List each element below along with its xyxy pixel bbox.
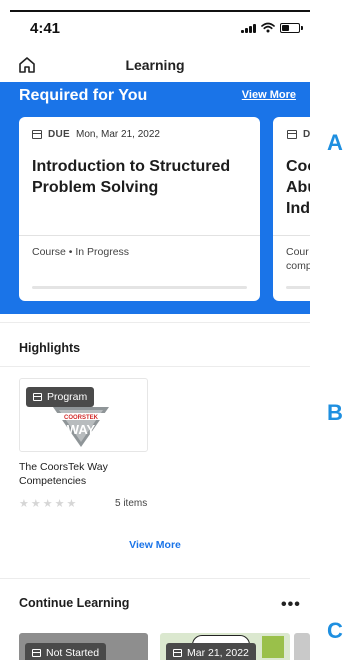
card-divider bbox=[19, 235, 260, 236]
more-icon[interactable]: ••• bbox=[281, 596, 301, 614]
svg-text:WAY: WAY bbox=[67, 422, 96, 437]
due-date: Mon, Mar 21, 2022 bbox=[76, 129, 160, 140]
due-row: DUE Mon, Mar 21, 2022 bbox=[32, 129, 160, 140]
highlights-view-more-button[interactable]: View More bbox=[0, 539, 310, 551]
calendar-icon bbox=[32, 130, 42, 139]
star-icon: ★ bbox=[19, 498, 29, 510]
course-title-partial: Coo Abu Ind bbox=[286, 156, 310, 219]
course-meta: Course • In Progress bbox=[32, 246, 130, 258]
status-bar-edge bbox=[10, 10, 310, 12]
required-view-more-link[interactable]: View More bbox=[242, 89, 296, 101]
badge-label: Mar 21, 2022 bbox=[187, 647, 249, 659]
course-card[interactable]: DUE Mon, Mar 21, 2022 Introduction to St… bbox=[19, 117, 260, 301]
continue-learning-item[interactable]: Not Started bbox=[19, 633, 148, 660]
course-meta-partial: Cour comp bbox=[286, 245, 310, 273]
annotation-letter-a: A bbox=[327, 130, 343, 155]
course-meta-line: Cour bbox=[286, 246, 309, 258]
status-bar: 4:41 bbox=[0, 0, 310, 48]
thumbnail-book bbox=[262, 636, 284, 658]
course-title-line: Coo bbox=[286, 158, 310, 175]
section-title-required: Required for You bbox=[19, 87, 148, 104]
course-card-partial[interactable]: D Coo Abu Ind Cour comp bbox=[273, 117, 310, 301]
page-title: Learning bbox=[125, 57, 185, 73]
required-for-you-section: Required for You View More DUE Mon, Mar … bbox=[0, 82, 310, 314]
phone-screen: 4:41 Learning Required for You View More bbox=[0, 0, 310, 660]
signal-icon bbox=[241, 22, 256, 33]
star-icon: ★ bbox=[42, 498, 53, 510]
badge-label: Program bbox=[47, 391, 88, 403]
wifi-icon bbox=[261, 22, 275, 33]
annotation-letter-c: C bbox=[327, 618, 343, 643]
course-title-line: Ind bbox=[286, 200, 310, 217]
highlight-item[interactable]: COORSTEK WAY Program bbox=[19, 378, 148, 452]
continue-learning-item[interactable]: Mar 21, 2022 bbox=[160, 633, 290, 660]
due-row: D bbox=[287, 129, 310, 140]
star-icon: ★ bbox=[30, 498, 41, 510]
battery-icon bbox=[280, 22, 303, 33]
divider bbox=[0, 366, 310, 367]
nav-bar: Learning bbox=[0, 48, 310, 82]
course-meta-line: comp bbox=[286, 260, 310, 272]
card-divider bbox=[273, 235, 310, 236]
section-title-continue-learning: Continue Learning bbox=[19, 596, 130, 610]
calendar-icon bbox=[173, 649, 182, 657]
divider bbox=[0, 578, 310, 579]
due-label: D bbox=[303, 129, 310, 140]
items-count: 5 items bbox=[115, 498, 148, 509]
course-progress-bar bbox=[32, 286, 247, 289]
badge-label: Not Started bbox=[46, 647, 100, 659]
rating-stars: ★ ★ ★ ★ ★ bbox=[19, 497, 76, 510]
highlight-item-name[interactable]: The CoorsTek Way Competencies bbox=[19, 460, 169, 488]
status-time: 4:41 bbox=[30, 20, 61, 37]
divider bbox=[0, 322, 310, 323]
calendar-icon bbox=[32, 649, 41, 657]
due-label: DUE bbox=[48, 129, 71, 140]
program-badge: Program bbox=[26, 387, 95, 407]
section-title-highlights: Highlights bbox=[19, 341, 81, 355]
svg-text:COORSTEK: COORSTEK bbox=[64, 415, 99, 421]
course-title: Introduction to Structured Problem Solvi… bbox=[32, 158, 231, 196]
star-icon: ★ bbox=[54, 498, 65, 510]
course-progress-bar bbox=[286, 286, 310, 289]
calendar-icon bbox=[33, 393, 42, 401]
status-badge: Not Started bbox=[25, 643, 107, 660]
course-title-line: Abu bbox=[286, 179, 310, 196]
calendar-icon bbox=[287, 130, 297, 139]
annotation-letter-b: B bbox=[327, 400, 343, 425]
star-icon: ★ bbox=[66, 498, 77, 510]
due-badge: Mar 21, 2022 bbox=[166, 643, 256, 660]
continue-learning-item-partial[interactable] bbox=[294, 633, 310, 660]
status-icons bbox=[241, 22, 303, 33]
